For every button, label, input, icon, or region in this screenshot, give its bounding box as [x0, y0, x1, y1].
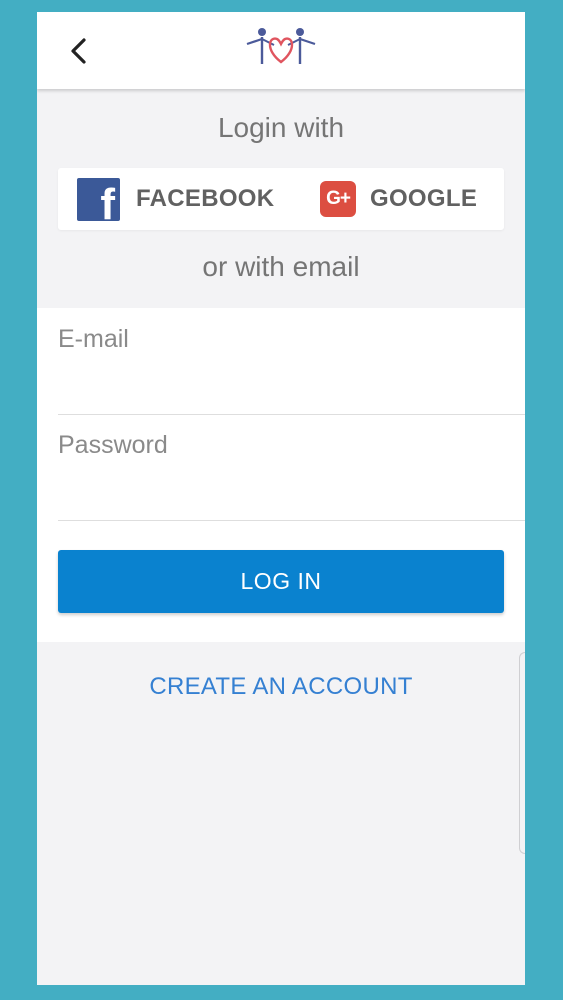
chevron-left-icon — [71, 38, 86, 64]
login-form: LOG IN — [37, 308, 525, 642]
scroll-edge-indicator — [519, 652, 525, 854]
email-field-container — [58, 308, 525, 415]
log-in-button[interactable]: LOG IN — [58, 550, 504, 613]
family-heart-logo-icon — [245, 26, 317, 70]
login-with-heading: Login with — [217, 112, 345, 143]
password-field[interactable] — [58, 431, 498, 460]
google-label: GOOGLE — [370, 185, 478, 212]
back-button[interactable] — [63, 34, 97, 68]
google-login-button[interactable]: G+ GOOGLE — [320, 168, 477, 230]
google-plus-icon: G+ — [320, 181, 356, 217]
social-login-bar: f FACEBOOK G+ GOOGLE — [58, 168, 504, 230]
or-with-email-heading: or with email — [202, 251, 360, 282]
facebook-icon: f — [77, 177, 120, 221]
email-field[interactable] — [58, 325, 498, 354]
facebook-login-button[interactable]: f FACEBOOK — [77, 168, 274, 230]
facebook-label: FACEBOOK — [136, 185, 275, 212]
login-screen: Login with f FACEBOOK G+ GOOGLE or with … — [37, 12, 525, 985]
create-account-link[interactable]: CREATE AN ACCOUNT — [37, 673, 525, 701]
password-field-container — [58, 414, 525, 521]
app-bar — [37, 12, 525, 89]
